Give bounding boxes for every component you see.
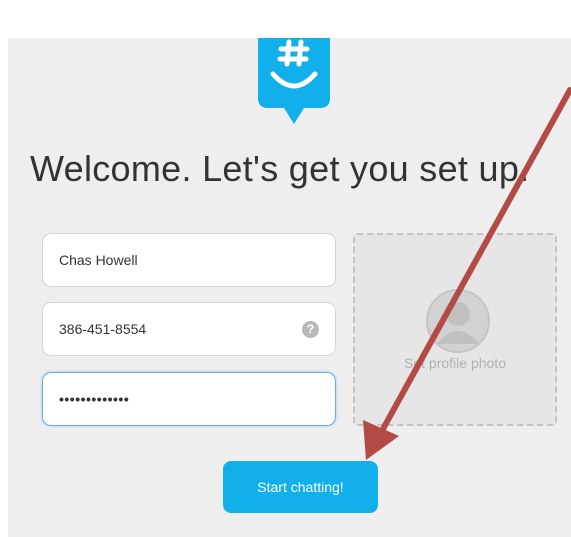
profile-photo-dropzone[interactable]: Set profile photo [353, 233, 557, 426]
phone-value: 386-451-8554 [59, 321, 147, 337]
welcome-heading: Welcome. Let's get you set up. [30, 148, 530, 189]
phone-field[interactable]: 386-451-8554 ? [42, 302, 336, 356]
help-icon[interactable]: ? [302, 321, 319, 338]
set-profile-photo-label: Set profile photo [404, 355, 506, 371]
password-mask: ••••••••••••• [59, 391, 130, 407]
name-value: Chas Howell [59, 252, 138, 268]
name-field[interactable]: Chas Howell [42, 233, 336, 287]
start-chatting-button[interactable]: Start chatting! [223, 461, 378, 513]
avatar-placeholder-icon [426, 289, 490, 353]
password-field[interactable]: ••••••••••••• [42, 372, 336, 426]
groupme-logo-icon [258, 38, 330, 124]
